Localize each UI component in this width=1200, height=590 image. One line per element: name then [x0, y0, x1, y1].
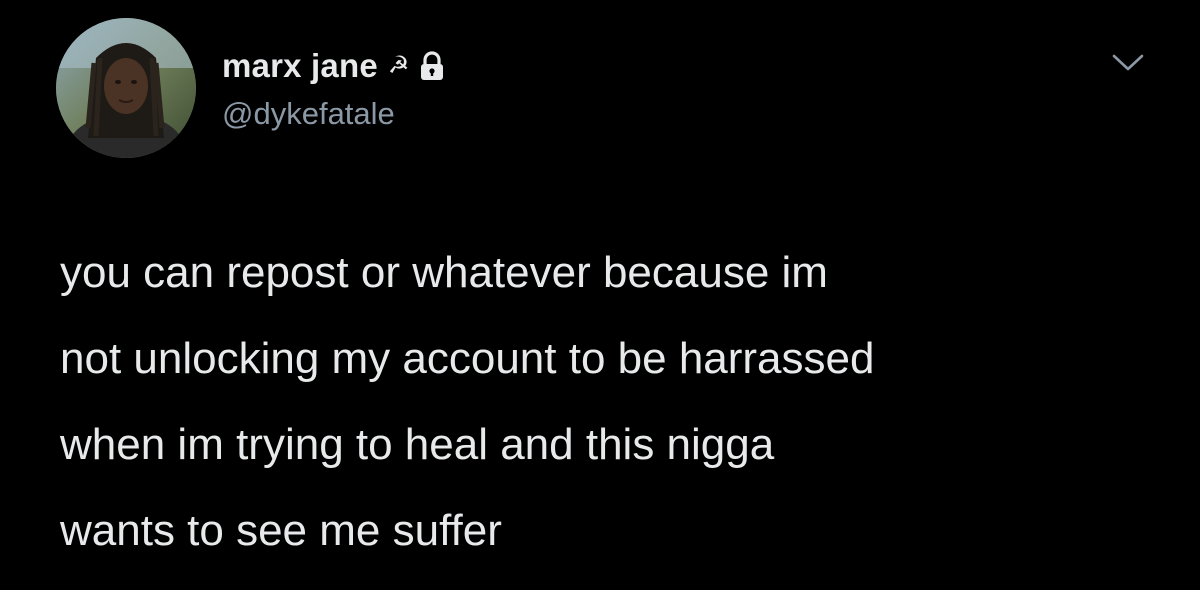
tweet-text-line: wants to see me suffer — [60, 506, 502, 555]
tweet-text-line: you can repost or whatever because im — [60, 248, 828, 297]
author-name-row: marx jane ☭ — [222, 44, 445, 88]
tweet-text: you can repost or whatever because im no… — [60, 230, 1180, 574]
author-handle[interactable]: @dykefatale — [222, 96, 395, 132]
avatar-image — [56, 18, 196, 158]
tweet-text-line: not unlocking my account to be harrassed — [60, 334, 875, 383]
chevron-down-icon[interactable] — [1110, 50, 1146, 74]
tweet-text-line: when im trying to heal and this nigga — [60, 420, 775, 469]
lock-icon — [419, 51, 445, 81]
hammer-and-sickle-icon: ☭ — [387, 52, 410, 79]
tweet-card: marx jane ☭ @dykefatale you can repost o… — [0, 0, 1200, 590]
author-display-name[interactable]: marx jane — [222, 47, 378, 85]
avatar[interactable] — [56, 18, 196, 158]
